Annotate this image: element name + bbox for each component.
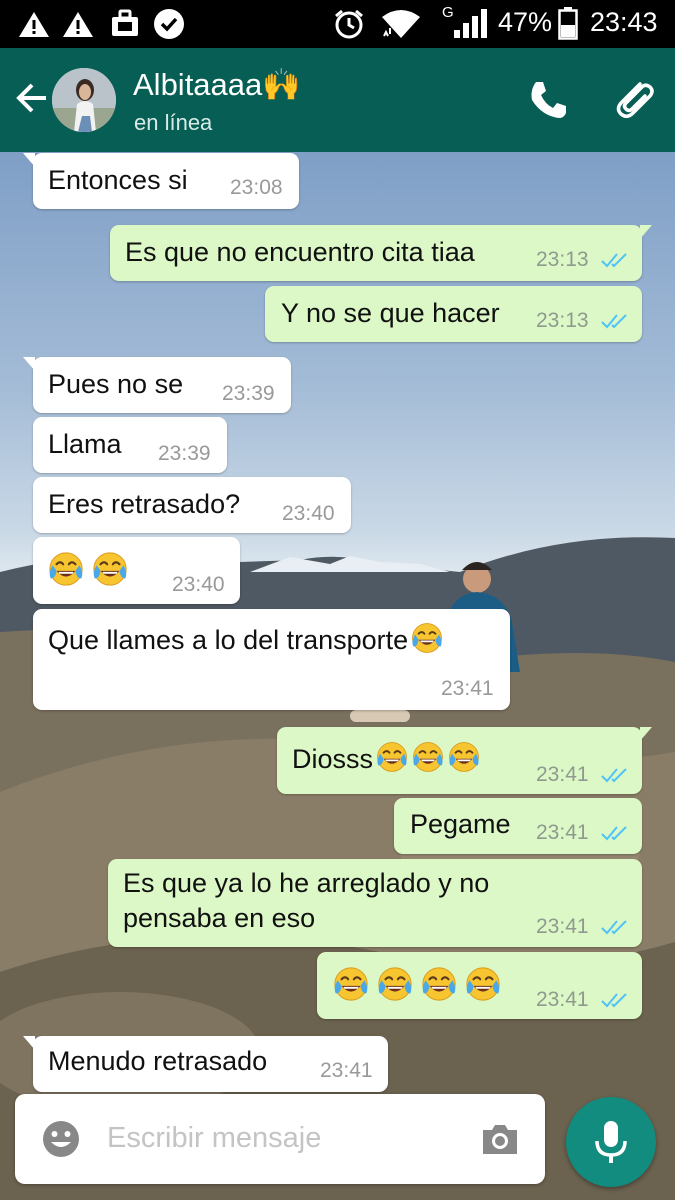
message-outgoing[interactable]: Diosss 23:41: [277, 727, 652, 794]
read-ticks-icon: [601, 993, 627, 1008]
message-text: Pues no se: [48, 369, 184, 399]
chat-header: Albitaaaa🙌 en línea: [0, 48, 675, 152]
read-ticks-icon: [601, 314, 627, 329]
contact-name[interactable]: Albitaaaa🙌: [133, 66, 301, 103]
message-text-row: Diosss: [292, 740, 481, 776]
message-text-row: Que llames a lo del transporte: [48, 621, 444, 657]
message-time: 23:41: [536, 821, 589, 844]
battery-icon: [558, 7, 578, 40]
message-time: 23:41: [320, 1059, 373, 1082]
message-incoming[interactable]: Menudo retrasado 23:41: [23, 1036, 388, 1092]
back-arrow-icon[interactable]: [12, 78, 52, 118]
message-outgoing[interactable]: Pegame 23:41: [394, 798, 642, 854]
bubble-tail: [23, 357, 35, 371]
message-time: 23:41: [536, 988, 589, 1011]
message-time: 23:39: [158, 442, 211, 465]
message-incoming[interactable]: Llama 23:39: [33, 417, 227, 473]
clock-time: 23:43: [590, 7, 658, 37]
message-text-line-2: pensaba en eso: [123, 903, 316, 933]
alarm-icon: [335, 9, 363, 39]
microphone-icon: [595, 1121, 627, 1163]
emoji-row: [332, 965, 508, 1004]
message-text: Eres retrasado?: [48, 489, 241, 519]
wifi-icon: [382, 10, 420, 38]
tears-of-joy-emoji-icon: [412, 623, 443, 653]
message-text: Que llames a lo del transporte: [48, 625, 409, 655]
message-time: 23:41: [536, 915, 589, 938]
message-time: 23:40: [172, 573, 225, 596]
tears-of-joy-emoji-icon: [413, 742, 443, 772]
message-text: Llama: [48, 429, 122, 459]
message-time: 23:08: [230, 176, 283, 199]
emoji-row: [408, 623, 444, 655]
message-time: 23:40: [282, 502, 335, 525]
camera-icon[interactable]: [479, 1118, 521, 1160]
message-outgoing[interactable]: Es que ya lo he arreglado y no pensaba e…: [108, 859, 642, 947]
tears-of-joy-emoji-icon: [334, 967, 368, 1001]
tears-of-joy-emoji-icon: [378, 967, 412, 1001]
emoji-row: [373, 742, 481, 774]
read-ticks-icon: [601, 253, 627, 268]
tears-of-joy-emoji-icon: [449, 742, 479, 772]
emoji-icon[interactable]: [40, 1118, 82, 1160]
status-bar: G 47% 23:43: [0, 0, 675, 48]
message-text: Pegame: [410, 809, 511, 839]
message-input-box[interactable]: Escribir mensaje: [15, 1094, 545, 1184]
tears-of-joy-emoji-icon: [466, 967, 500, 1001]
avatar[interactable]: [52, 68, 116, 132]
tears-of-joy-emoji-icon: [49, 552, 83, 586]
microphone-button[interactable]: [566, 1097, 656, 1187]
message-text: Entonces si: [48, 165, 188, 195]
message-text: Y no se que hacer: [281, 298, 500, 328]
phone-icon[interactable]: [526, 78, 570, 122]
tears-of-joy-emoji-icon: [422, 967, 456, 1001]
message-time: 23:41: [441, 677, 494, 700]
contact-status: en línea: [134, 110, 213, 135]
read-ticks-icon: [601, 920, 627, 935]
message-text: Menudo retrasado: [48, 1046, 268, 1076]
message-incoming[interactable]: Eres retrasado? 23:40: [33, 477, 351, 533]
check-badge-icon: [154, 9, 184, 39]
bubble-tail: [23, 1036, 35, 1050]
message-outgoing[interactable]: Es que no encuentro cita tiaa 23:13: [110, 225, 652, 281]
message-outgoing[interactable]: Y no se que hacer 23:13: [265, 286, 642, 342]
message-incoming[interactable]: 23:40: [33, 537, 240, 604]
paperclip-icon[interactable]: [610, 76, 658, 124]
signal-icon: [454, 9, 487, 38]
message-time: 23:13: [536, 248, 589, 271]
tears-of-joy-emoji-icon: [377, 742, 407, 772]
message-incoming[interactable]: Pues no se 23:39: [23, 357, 291, 413]
bubble-tail: [23, 153, 35, 167]
message-outgoing[interactable]: 23:41: [317, 952, 642, 1019]
warning-icon: [63, 12, 93, 37]
read-ticks-icon: [601, 826, 627, 841]
avatar-photo: [52, 68, 116, 132]
message-text: Es que no encuentro cita tiaa: [125, 237, 475, 267]
warning-icon: [19, 12, 49, 37]
message-text: Es que ya lo he arreglado y no: [123, 868, 490, 898]
emoji-row: [47, 550, 135, 589]
briefcase-icon: [112, 9, 138, 36]
bubble-tail: [640, 225, 652, 239]
message-incoming[interactable]: Entonces si 23:08: [23, 153, 299, 209]
message-time: 23:13: [536, 309, 589, 332]
message-time: 23:41: [536, 763, 589, 786]
chat-background: Entonces si 23:08 Es que no encuentro ci…: [0, 152, 675, 1200]
battery-percent: 47%: [498, 7, 553, 37]
tears-of-joy-emoji-icon: [93, 552, 127, 586]
message-input[interactable]: Escribir mensaje: [107, 1122, 321, 1155]
message-text: Diosss: [292, 744, 374, 774]
bubble-tail: [640, 727, 652, 741]
message-time: 23:39: [222, 382, 275, 405]
read-ticks-icon: [601, 768, 627, 783]
message-incoming[interactable]: Que llames a lo del transporte 23:41: [33, 609, 510, 710]
